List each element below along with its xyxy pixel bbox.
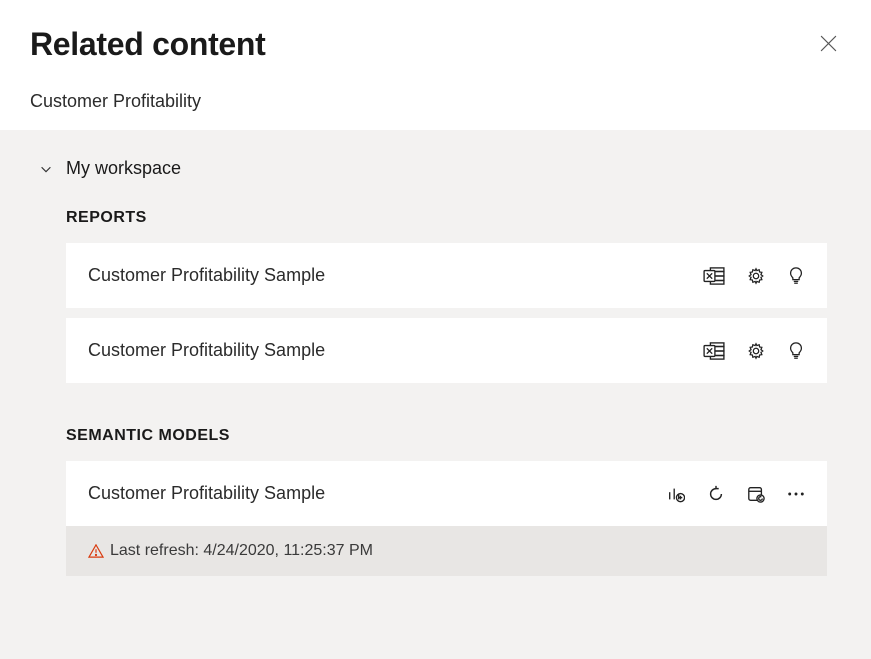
- report-item-actions: [703, 342, 805, 360]
- semantic-models-items: Customer Profitability Sample: [30, 461, 851, 576]
- analyze-in-excel-button[interactable]: [703, 342, 725, 360]
- report-item[interactable]: Customer Profitability Sample: [66, 318, 827, 383]
- warning-icon: [88, 544, 104, 558]
- refresh-button[interactable]: [707, 485, 725, 503]
- semantic-models-section: SEMANTIC MODELS Customer Profitability S…: [30, 427, 851, 576]
- gear-icon: [747, 342, 765, 360]
- report-item-actions: [703, 267, 805, 285]
- ellipsis-icon: [787, 485, 805, 503]
- semantic-model-item[interactable]: Customer Profitability Sample: [66, 461, 827, 526]
- lightbulb-icon: [787, 267, 805, 285]
- calendar-refresh-icon: [747, 485, 765, 503]
- reports-section: REPORTS Customer Profitability Sample: [30, 209, 851, 383]
- semantic-model-item-actions: [667, 485, 805, 503]
- close-icon: [820, 35, 837, 52]
- panel-subtitle: Customer Profitability: [30, 91, 841, 112]
- content-area: My workspace REPORTS Customer Profitabil…: [0, 130, 871, 659]
- report-plus-icon: [667, 485, 685, 503]
- chevron-down-icon: [38, 161, 54, 177]
- more-options-button[interactable]: [787, 485, 805, 503]
- semantic-models-heading: SEMANTIC MODELS: [30, 427, 851, 445]
- insights-button[interactable]: [787, 267, 805, 285]
- gear-icon: [747, 267, 765, 285]
- workspace-toggle[interactable]: My workspace: [30, 158, 851, 179]
- reports-heading: REPORTS: [30, 209, 851, 227]
- insights-button[interactable]: [787, 342, 805, 360]
- reports-items: Customer Profitability Sample: [30, 243, 851, 383]
- settings-button[interactable]: [747, 267, 765, 285]
- settings-button[interactable]: [747, 342, 765, 360]
- analyze-in-excel-button[interactable]: [703, 267, 725, 285]
- schedule-refresh-button[interactable]: [747, 485, 765, 503]
- report-item-name: Customer Profitability Sample: [88, 265, 325, 286]
- close-button[interactable]: [815, 30, 841, 56]
- refresh-icon: [707, 485, 725, 503]
- last-refresh-text: Last refresh: 4/24/2020, 11:25:37 PM: [110, 542, 373, 560]
- lightbulb-icon: [787, 342, 805, 360]
- create-report-button[interactable]: [667, 485, 685, 503]
- report-item[interactable]: Customer Profitability Sample: [66, 243, 827, 308]
- workspace-label: My workspace: [66, 158, 181, 179]
- semantic-model-item-name: Customer Profitability Sample: [88, 483, 325, 504]
- panel-header: Related content Customer Profitability: [0, 0, 871, 130]
- panel-title: Related content: [30, 26, 841, 63]
- related-content-panel: Related content Customer Profitability M…: [0, 0, 871, 659]
- report-item-name: Customer Profitability Sample: [88, 340, 325, 361]
- last-refresh-row: Last refresh: 4/24/2020, 11:25:37 PM: [66, 526, 827, 576]
